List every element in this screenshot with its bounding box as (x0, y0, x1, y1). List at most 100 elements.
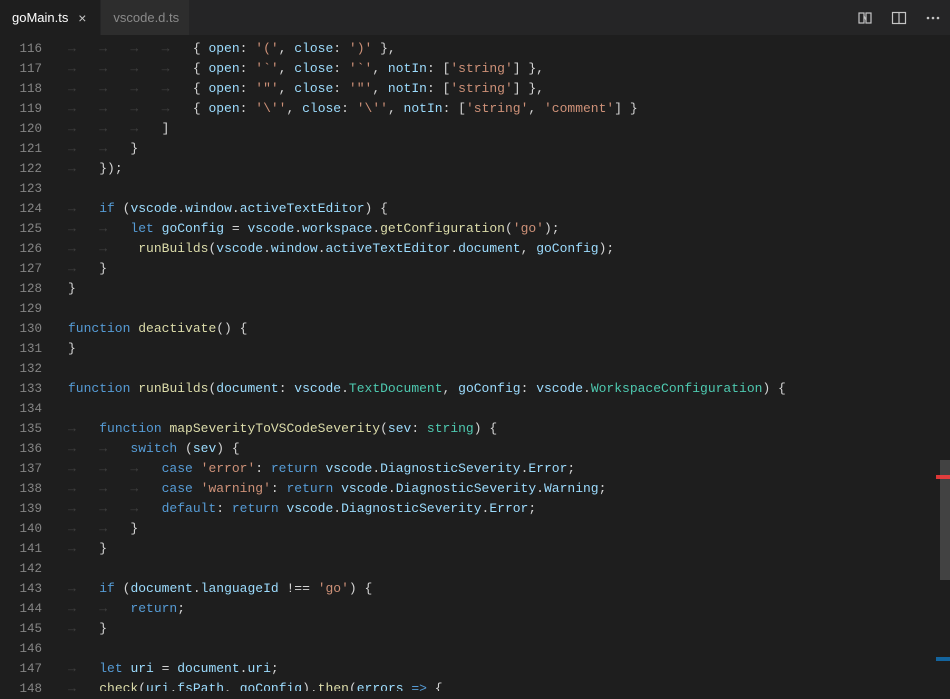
line-number: 123 (0, 179, 60, 199)
line-number: 143 (0, 579, 60, 599)
code-line[interactable]: → let uri = document.uri; (68, 659, 926, 679)
line-number: 145 (0, 619, 60, 639)
line-number: 129 (0, 299, 60, 319)
indent-whitespace: → → → → (68, 81, 193, 96)
line-number: 140 (0, 519, 60, 539)
editor-actions (854, 0, 944, 35)
line-number: 130 (0, 319, 60, 339)
line-number: 137 (0, 459, 60, 479)
line-number: 132 (0, 359, 60, 379)
indent-whitespace: → → → → (68, 41, 193, 56)
indent-whitespace: → → (68, 521, 130, 536)
line-number: 116 (0, 39, 60, 59)
code-line[interactable] (68, 639, 926, 659)
code-line[interactable]: } (68, 279, 926, 299)
tab-label: vscode.d.ts (113, 10, 179, 25)
code-line[interactable]: → } (68, 259, 926, 279)
code-line[interactable]: function runBuilds(document: vscode.Text… (68, 379, 926, 399)
code-line[interactable]: → → → → { open: '`', close: '`', notIn: … (68, 59, 926, 79)
line-number: 128 (0, 279, 60, 299)
code-line[interactable]: → → } (68, 519, 926, 539)
code-line[interactable]: → → } (68, 139, 926, 159)
code-line[interactable]: → → → → { open: '(', close: ')' }, (68, 39, 926, 59)
indent-whitespace: → → → (68, 481, 162, 496)
code-line[interactable]: → }); (68, 159, 926, 179)
line-number: 125 (0, 219, 60, 239)
line-number: 138 (0, 479, 60, 499)
indent-whitespace: → → (68, 221, 130, 236)
code-line[interactable]: → if (vscode.window.activeTextEditor) { (68, 199, 926, 219)
indent-whitespace: → → (68, 141, 130, 156)
line-number: 134 (0, 399, 60, 419)
indent-whitespace: → (68, 681, 99, 691)
line-number: 142 (0, 559, 60, 579)
code-line[interactable] (68, 299, 926, 319)
code-line[interactable]: → check(uri.fsPath, goConfig).then(error… (68, 679, 926, 691)
code-line[interactable]: → → let goConfig = vscode.workspace.getC… (68, 219, 926, 239)
indent-whitespace: → (68, 661, 99, 676)
split-editor-icon[interactable] (888, 7, 910, 29)
line-number: 120 (0, 119, 60, 139)
line-number: 133 (0, 379, 60, 399)
line-number: 131 (0, 339, 60, 359)
code-line[interactable] (68, 359, 926, 379)
indent-whitespace: → (68, 161, 99, 176)
indent-whitespace: → → → → (68, 101, 193, 116)
line-number: 146 (0, 639, 60, 659)
code-line[interactable]: → → return; (68, 599, 926, 619)
code-line[interactable]: → → → → { open: '"', close: '"', notIn: … (68, 79, 926, 99)
more-actions-icon[interactable] (922, 7, 944, 29)
code-line[interactable]: → } (68, 619, 926, 639)
code-line[interactable]: → → → case 'error': return vscode.Diagno… (68, 459, 926, 479)
code-line[interactable] (68, 399, 926, 419)
code-line[interactable] (68, 559, 926, 579)
indent-whitespace: → → → (68, 121, 162, 136)
indent-whitespace: → → (68, 601, 130, 616)
vertical-scrollbar[interactable] (936, 35, 950, 691)
indent-whitespace: → → (68, 241, 130, 256)
line-number-gutter: 1161171181191201211221231241251261271281… (0, 35, 60, 691)
close-icon[interactable]: × (74, 10, 90, 26)
code-line[interactable]: → → switch (sev) { (68, 439, 926, 459)
code-line[interactable]: → → → → { open: '\'', close: '\'', notIn… (68, 99, 926, 119)
overview-ruler-mark[interactable] (936, 657, 950, 661)
line-number: 124 (0, 199, 60, 219)
indent-whitespace: → → → → (68, 61, 193, 76)
indent-whitespace: → (68, 421, 99, 436)
code-line[interactable]: → → runBuilds(vscode.window.activeTextEd… (68, 239, 926, 259)
line-number: 147 (0, 659, 60, 679)
code-line[interactable]: → } (68, 539, 926, 559)
indent-whitespace: → (68, 261, 99, 276)
code-line[interactable]: → → → ] (68, 119, 926, 139)
indent-whitespace: → (68, 201, 99, 216)
minimap[interactable] (926, 35, 936, 691)
line-number: 148 (0, 679, 60, 699)
tab-label: goMain.ts (12, 10, 68, 25)
indent-whitespace: → → → (68, 501, 162, 516)
code-content[interactable]: → → → → { open: '(', close: ')' },→ → → … (60, 35, 926, 691)
indent-whitespace: → → → (68, 461, 162, 476)
indent-whitespace: → (68, 581, 99, 596)
tab-bar: goMain.ts × vscode.d.ts (0, 0, 950, 35)
diff-icon[interactable] (854, 7, 876, 29)
line-number: 118 (0, 79, 60, 99)
line-number: 122 (0, 159, 60, 179)
tab-gomain[interactable]: goMain.ts × (0, 0, 101, 35)
code-line[interactable] (68, 179, 926, 199)
code-line[interactable]: function deactivate() { (68, 319, 926, 339)
line-number: 117 (0, 59, 60, 79)
line-number: 136 (0, 439, 60, 459)
tab-vscode-d-ts[interactable]: vscode.d.ts (101, 0, 190, 35)
indent-whitespace: → (68, 541, 99, 556)
code-line[interactable]: → function mapSeverityToVSCodeSeverity(s… (68, 419, 926, 439)
editor-area[interactable]: 1161171181191201211221231241251261271281… (0, 35, 950, 691)
line-number: 144 (0, 599, 60, 619)
overview-ruler-mark[interactable] (936, 475, 950, 479)
line-number: 126 (0, 239, 60, 259)
code-line[interactable]: → if (document.languageId !== 'go') { (68, 579, 926, 599)
code-line[interactable]: } (68, 339, 926, 359)
line-number: 135 (0, 419, 60, 439)
indent-whitespace: → (68, 621, 99, 636)
code-line[interactable]: → → → default: return vscode.DiagnosticS… (68, 499, 926, 519)
code-line[interactable]: → → → case 'warning': return vscode.Diag… (68, 479, 926, 499)
